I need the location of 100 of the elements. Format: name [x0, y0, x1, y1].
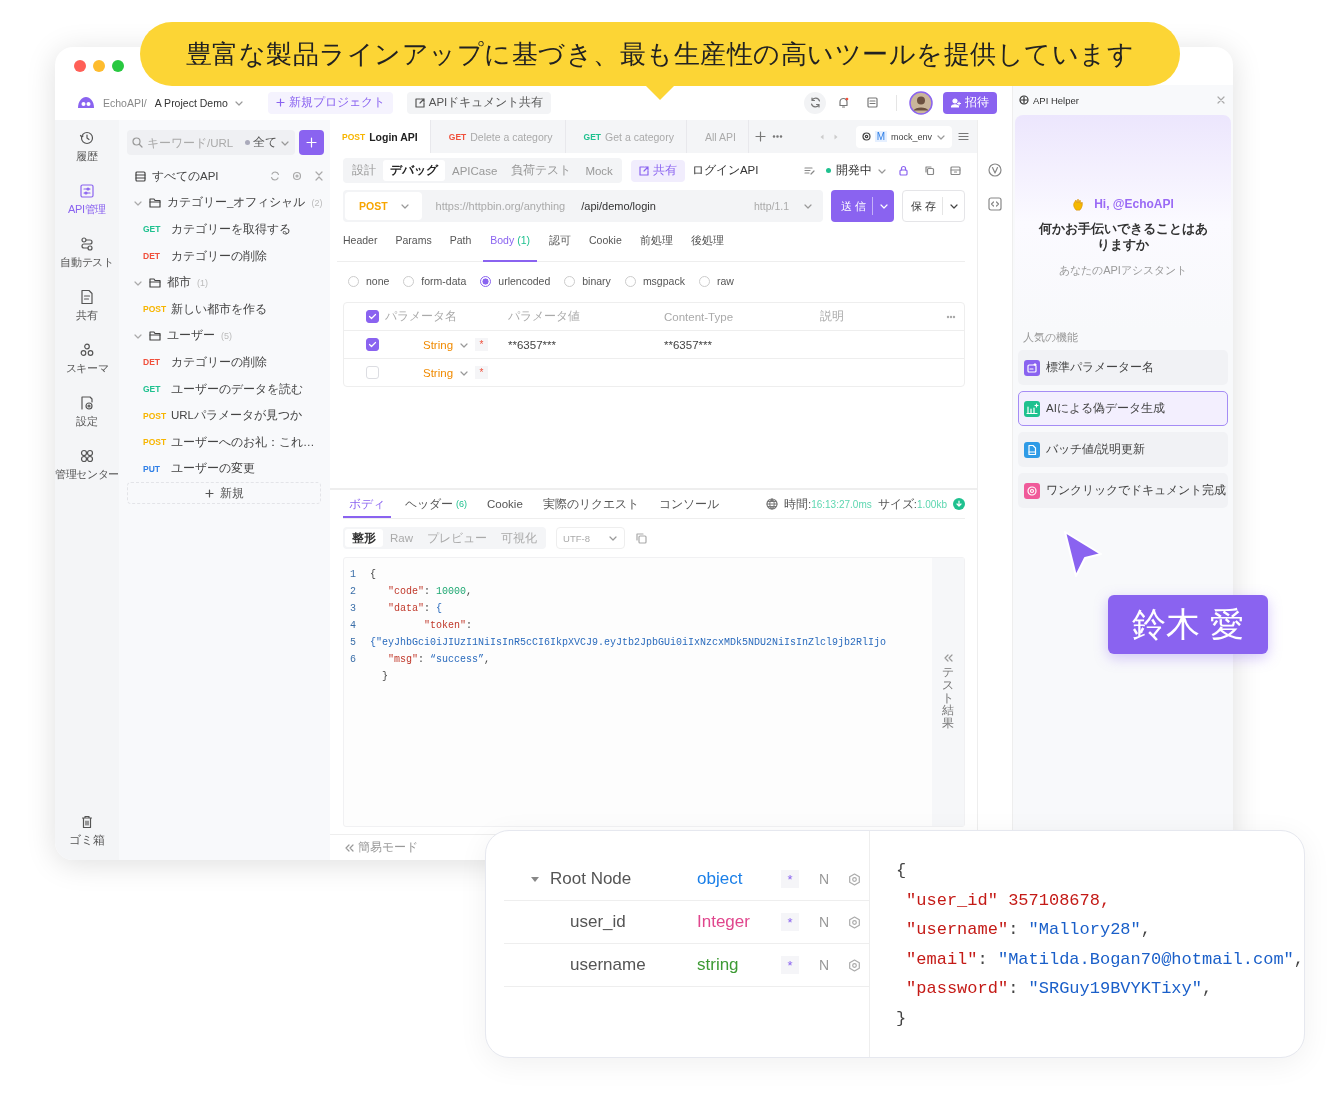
field-type[interactable]: Integer — [697, 912, 781, 932]
rail-item[interactable]: API管理 — [67, 183, 107, 236]
required-mark[interactable]: * — [781, 870, 799, 888]
rail-item[interactable]: 設定 — [76, 395, 98, 448]
download-icon[interactable] — [953, 498, 965, 510]
close-icon[interactable] — [1217, 96, 1225, 104]
menu-icon[interactable] — [958, 131, 969, 142]
locate-icon[interactable] — [292, 171, 302, 182]
environment-select[interactable]: M mock_env — [855, 125, 952, 148]
checkbox[interactable] — [366, 338, 379, 351]
lock-icon[interactable] — [898, 165, 909, 176]
feature-card[interactable]: ワンクリックでドキュメント完成 — [1018, 473, 1228, 508]
endpoint-item[interactable]: URLパラメータが見つか — [171, 408, 302, 424]
response-tab[interactable]: 実際のリクエスト — [536, 490, 645, 518]
code-line: "password": "SRGuy19BVYKTixy", — [905, 978, 1214, 1000]
new-project-button[interactable]: 新規プロジェクト — [267, 91, 393, 114]
format-icon[interactable] — [804, 165, 815, 176]
param-tab[interactable]: 認可 — [543, 234, 578, 261]
radio-option[interactable]: urlencoded — [480, 275, 551, 287]
param-tab[interactable]: 前処理 — [633, 234, 679, 261]
invite-button[interactable]: 招待 — [943, 91, 997, 114]
collapse-icon[interactable] — [314, 171, 324, 182]
search-field[interactable]: キーワード/URL 全て — [127, 130, 295, 155]
all-apis-item[interactable]: すべてのAPI — [152, 168, 219, 184]
request-tab[interactable]: POST Login API — [330, 120, 431, 153]
save-button[interactable]: 保 存 — [902, 190, 965, 222]
rail-item[interactable]: 自動テスト — [60, 236, 114, 289]
endpoint-item[interactable]: ユーザーのデータを読む — [171, 381, 303, 397]
trash-button[interactable]: ゴミ箱 — [69, 814, 105, 848]
response-tab[interactable]: コンソール — [652, 490, 725, 518]
filter-dropdown[interactable]: 全て — [245, 135, 290, 150]
rail-item[interactable]: 管理センター — [55, 448, 120, 501]
required-mark[interactable]: * — [781, 956, 799, 974]
feature-card[interactable]: バッチ値/説明更新 — [1018, 432, 1228, 467]
param-tab[interactable]: Body (1) — [483, 234, 538, 262]
endpoint-item[interactable]: カテゴリーの削除 — [171, 354, 267, 370]
archive-icon[interactable] — [950, 165, 961, 176]
field-type[interactable]: object — [697, 869, 781, 889]
more-icon[interactable] — [946, 314, 956, 319]
folder-name[interactable]: カテゴリー_オフィシャル — [167, 195, 306, 211]
refresh-button[interactable] — [804, 91, 826, 114]
close-light[interactable] — [74, 60, 86, 72]
maximize-light[interactable] — [112, 60, 124, 72]
checkbox[interactable] — [366, 310, 379, 323]
code-icon[interactable] — [988, 197, 1002, 211]
endpoint-item[interactable]: 新しい都市を作る — [171, 301, 267, 317]
version-icon[interactable] — [988, 163, 1002, 177]
format-tab[interactable]: 整形 — [345, 529, 383, 547]
endpoint-item[interactable]: ユーザーへのお礼：これ… — [171, 434, 315, 450]
method-label: GET — [583, 131, 602, 142]
param-tab[interactable]: Params — [389, 234, 438, 261]
response-tab[interactable]: ヘッダー (6) — [399, 490, 473, 518]
radio-option[interactable]: none — [348, 275, 390, 287]
refresh-icon[interactable] — [270, 171, 280, 182]
minimize-light[interactable] — [93, 60, 105, 72]
send-button[interactable]: 送 信 — [831, 190, 894, 222]
settings-icon[interactable] — [848, 958, 861, 972]
rail-item[interactable]: 履歴 — [76, 130, 98, 183]
radio-option[interactable]: raw — [698, 275, 734, 287]
settings-icon[interactable] — [848, 872, 861, 886]
plus-icon[interactable] — [754, 131, 766, 142]
copy-icon[interactable] — [634, 532, 647, 544]
test-results-panel[interactable]: テスト結果 — [932, 558, 964, 826]
response-tab[interactable]: Cookie — [481, 490, 529, 518]
param-tab[interactable]: Header — [337, 234, 384, 261]
param-tab[interactable]: 後処理 — [684, 234, 730, 261]
notes-icon[interactable] — [867, 97, 878, 108]
folder-name[interactable]: ユーザー — [167, 328, 215, 344]
settings-icon[interactable] — [848, 915, 861, 929]
add-button[interactable] — [299, 130, 324, 155]
folder-name[interactable]: 都市 — [167, 275, 191, 291]
radio-option[interactable]: form-data — [403, 275, 467, 287]
caret-down-icon[interactable] — [530, 874, 540, 884]
status-dropdown[interactable]: 開発中 — [826, 163, 887, 178]
method-label: POST — [342, 131, 366, 142]
arrow-right-icon[interactable] — [831, 132, 840, 141]
bell-icon[interactable] — [838, 97, 849, 108]
avatar[interactable] — [909, 90, 933, 115]
response-tab[interactable]: ボディ — [343, 490, 391, 518]
endpoint-item[interactable]: カテゴリーの削除 — [171, 248, 267, 264]
param-tab[interactable]: Path — [443, 234, 478, 261]
required-mark[interactable]: * — [781, 913, 799, 931]
new-button[interactable]: 新規 — [127, 482, 321, 505]
share-button[interactable]: 共有 — [630, 159, 685, 182]
feature-card[interactable]: 標準パラメーター名 — [1018, 350, 1228, 385]
project-name[interactable]: A Project Demo — [154, 96, 228, 109]
endpoint-item[interactable]: ユーザーの変更 — [171, 461, 255, 477]
rail-item[interactable]: スキーマ — [65, 342, 109, 395]
field-type[interactable]: string — [697, 955, 781, 975]
copy-icon[interactable] — [924, 165, 935, 176]
plus-icon — [306, 137, 317, 148]
param-tab[interactable]: Cookie — [583, 234, 628, 261]
feature-card[interactable]: AIによる偽データ生成 — [1018, 391, 1228, 426]
rail-item[interactable]: 共有 — [76, 289, 98, 342]
workspace-name[interactable]: EchoAPI/ — [103, 96, 147, 109]
radio-option[interactable]: msgpack — [624, 275, 685, 287]
radio-option[interactable]: binary — [564, 275, 611, 287]
mode-tab[interactable]: デバッグ — [383, 160, 445, 181]
share-docs-button[interactable]: APIドキュメント共有 — [406, 91, 552, 114]
endpoint-item[interactable]: カテゴリーを取得する — [171, 222, 291, 237]
